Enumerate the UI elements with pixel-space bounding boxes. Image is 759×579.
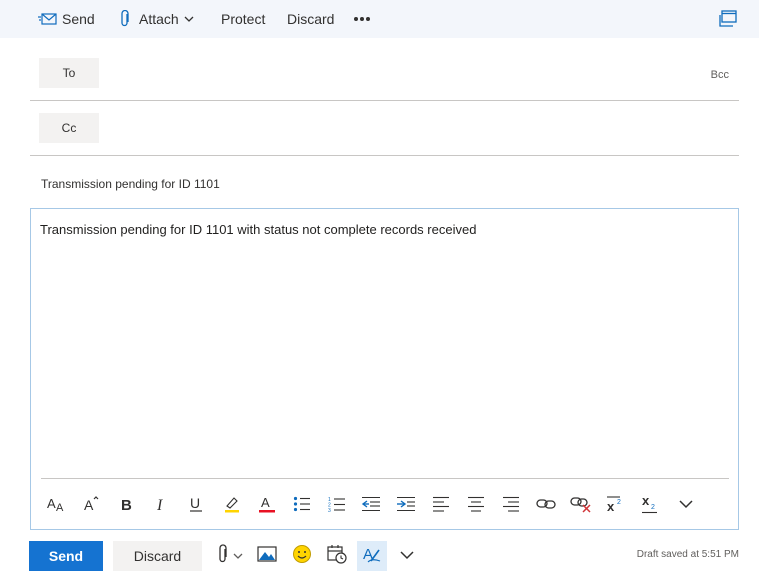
svg-text:2: 2 <box>617 499 621 506</box>
svg-text:U: U <box>190 495 200 511</box>
decrease-indent-icon[interactable] <box>356 489 386 519</box>
format-toolbar: A A A B I U A 1 2 3 x 2 x 2 <box>31 489 740 519</box>
emoji-icon <box>292 544 312 569</box>
schedule-send-icon <box>327 544 347 569</box>
align-left-icon[interactable] <box>426 489 456 519</box>
chevron-down-icon <box>400 547 414 565</box>
font-color-icon[interactable]: A <box>252 489 282 519</box>
message-body-editor[interactable]: Transmission pending for ID 1101 with st… <box>30 208 739 530</box>
toolbar-discard-label: Discard <box>287 11 335 27</box>
numbering-icon[interactable]: 1 2 3 <box>322 489 352 519</box>
cc-divider <box>30 155 739 156</box>
command-bar: Send Attach Protect Discard <box>0 0 759 38</box>
toolbar-protect-button[interactable]: Protect <box>221 9 265 29</box>
toolbar-discard-button[interactable]: Discard <box>287 9 334 29</box>
bold-icon[interactable]: B <box>112 489 142 519</box>
chevron-down-icon[interactable] <box>184 15 194 23</box>
format-toolbar-divider <box>41 478 729 479</box>
to-button[interactable]: To <box>39 58 99 88</box>
editor-icon: A <box>362 544 382 569</box>
draft-saved-status: Draft saved at 5:51 PM <box>636 549 739 560</box>
insert-picture-button[interactable] <box>252 541 282 571</box>
attach-file-button[interactable] <box>212 541 248 571</box>
subscript-icon[interactable]: x 2 <box>636 489 666 519</box>
send-mail-icon <box>38 11 58 27</box>
to-label: To <box>62 66 76 80</box>
svg-text:x: x <box>642 494 650 508</box>
insert-picture-icon <box>257 545 277 567</box>
increase-indent-icon[interactable] <box>391 489 421 519</box>
more-options-icon[interactable] <box>671 489 701 519</box>
svg-text:x: x <box>607 499 615 513</box>
insert-link-icon[interactable] <box>531 489 561 519</box>
toolbar-send-label: Send <box>62 11 95 27</box>
send-button[interactable]: Send <box>29 541 103 571</box>
svg-text:3: 3 <box>328 508 331 512</box>
font-size-icon[interactable]: A A <box>42 489 72 519</box>
italic-icon[interactable]: I <box>146 489 176 519</box>
chevron-down-icon[interactable] <box>233 547 243 565</box>
underline-icon[interactable]: U <box>181 489 211 519</box>
svg-text:A: A <box>261 495 270 510</box>
svg-text:A: A <box>84 497 94 513</box>
bullets-icon[interactable] <box>287 489 317 519</box>
popout-window-button[interactable] <box>718 9 738 29</box>
paperclip-icon <box>119 10 131 28</box>
grow-font-icon[interactable]: A <box>77 489 107 519</box>
schedule-send-button[interactable] <box>322 541 352 571</box>
remove-link-icon[interactable] <box>566 489 596 519</box>
toolbar-attach-label: Attach <box>139 11 179 27</box>
to-divider <box>30 100 739 101</box>
superscript-icon[interactable]: x 2 <box>601 489 631 519</box>
discard-button[interactable]: Discard <box>113 541 202 571</box>
popout-window-icon <box>718 10 738 28</box>
toolbar-attach-button[interactable]: Attach <box>119 9 194 29</box>
svg-text:B: B <box>121 497 132 513</box>
cc-label: Cc <box>61 121 77 135</box>
subject-field[interactable]: Transmission pending for ID 1101 <box>41 177 220 191</box>
align-center-icon[interactable] <box>461 489 491 519</box>
ellipsis-icon <box>353 16 371 22</box>
editor-button[interactable]: A <box>357 541 387 571</box>
cc-button[interactable]: Cc <box>39 113 99 143</box>
toolbar-send-button[interactable]: Send <box>38 9 95 29</box>
bcc-link[interactable]: Bcc <box>711 69 729 81</box>
toolbar-protect-label: Protect <box>221 11 266 27</box>
svg-text:2: 2 <box>651 504 655 511</box>
attach-icon <box>217 543 229 569</box>
svg-text:A: A <box>56 502 64 513</box>
svg-text:A: A <box>47 496 56 511</box>
align-right-icon[interactable] <box>496 489 526 519</box>
svg-text:I: I <box>156 497 163 513</box>
send-button-label: Send <box>48 548 84 564</box>
message-body-text[interactable]: Transmission pending for ID 1101 with st… <box>40 222 476 237</box>
more-actions-button[interactable] <box>394 541 420 571</box>
discard-button-label: Discard <box>133 548 182 564</box>
more-options-button[interactable] <box>353 9 371 29</box>
highlight-icon[interactable] <box>217 489 247 519</box>
emoji-button[interactable] <box>287 541 317 571</box>
